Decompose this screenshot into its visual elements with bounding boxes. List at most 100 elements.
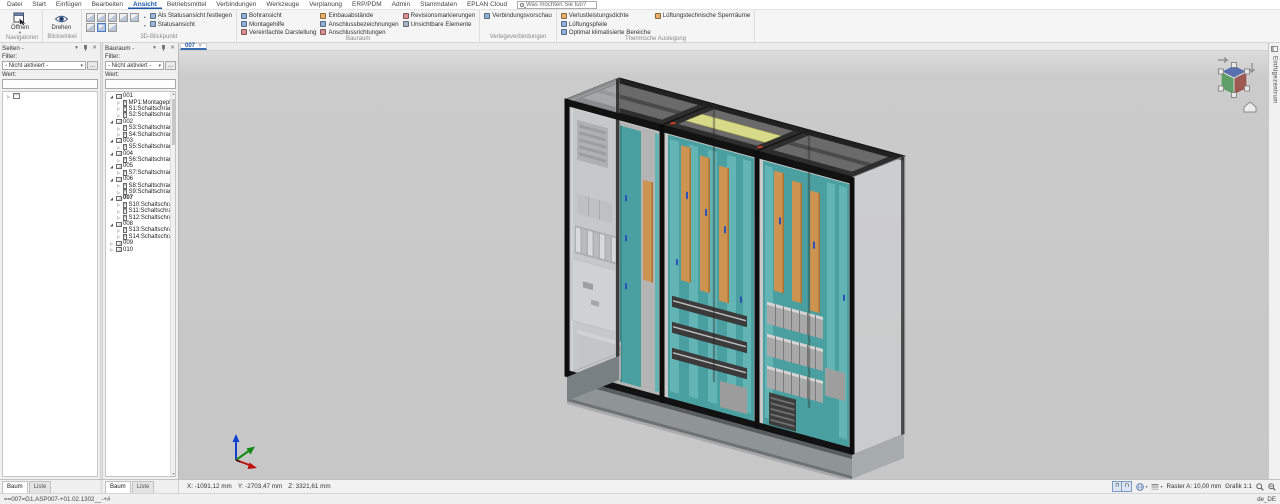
search-box[interactable] <box>517 1 597 9</box>
bauraum-tab-baum[interactable]: Baum <box>105 481 131 493</box>
menu-tab-datei[interactable]: Datei <box>2 0 27 9</box>
expand-icon[interactable]: ◢ <box>109 177 114 182</box>
navigation-cube[interactable] <box>1214 57 1258 115</box>
expand-icon[interactable]: ▷ <box>116 234 121 239</box>
tree-scrollbar[interactable]: ▲ ▼ <box>170 92 175 476</box>
expand-icon[interactable]: ◢ <box>109 94 114 99</box>
expand-icon[interactable]: ▷ <box>116 183 121 188</box>
chevron-down-icon[interactable]: ▾ <box>73 45 80 52</box>
als-statusansicht-festlegen-button[interactable]: Als Statusansicht festlegen <box>150 12 232 19</box>
anschlussrichtungen-button[interactable]: Anschlussrichtungen <box>320 29 398 36</box>
design-mode-icon[interactable]: ⊓ <box>1122 482 1131 491</box>
viewpoint-preset-icon[interactable] <box>108 13 117 22</box>
chevron-down-icon[interactable]: ▾ <box>151 45 158 52</box>
expand-icon[interactable]: ▷ <box>116 190 121 195</box>
seiten-filter-dropdown[interactable]: - Nicht aktiviert - ▾ <box>2 61 86 70</box>
tree-node-project[interactable]: ▷ <box>4 93 97 99</box>
pin-icon[interactable] <box>82 45 89 52</box>
panel-toggle-icon[interactable] <box>1271 46 1278 52</box>
tree-node-s3-schaltschrank[interactable]: ▷S3:Schaltschrank <box>107 125 175 131</box>
scrollbar-thumb[interactable] <box>172 99 175 145</box>
zoom-area-icon[interactable] <box>1256 483 1264 491</box>
tree-node-010[interactable]: ▷010 <box>107 246 175 252</box>
expand-icon[interactable]: ▷ <box>116 100 121 105</box>
bauraum-filter-dropdown[interactable]: - Nicht aktiviert - ▾ <box>105 61 164 70</box>
revisionsmarkierungen-button[interactable]: Revisionsmarkierungen <box>403 12 476 19</box>
seiten-tab-liste[interactable]: Liste <box>29 481 52 493</box>
ffnen-button[interactable]: Öffnen▾ <box>6 12 34 35</box>
expand-icon[interactable]: ▷ <box>109 247 114 252</box>
seiten-tree[interactable]: ▷ <box>2 91 98 477</box>
seiten-tab-baum[interactable]: Baum <box>2 481 28 493</box>
verlustleistungsdichte-button[interactable]: Verlustleistungsdichte <box>561 12 651 19</box>
viewpoint-preset-icon[interactable] <box>97 13 106 22</box>
menu-tab-admin[interactable]: Admin <box>387 0 415 9</box>
bauraum-tab-liste[interactable]: Liste <box>132 481 155 493</box>
expand-icon[interactable]: ▷ <box>109 241 114 246</box>
seiten-filter-more-button[interactable]: ... <box>87 61 98 70</box>
menu-tab-start[interactable]: Start <box>27 0 51 9</box>
expand-icon[interactable]: ▷ <box>116 209 121 214</box>
viewpoint-preset-icon[interactable] <box>86 13 95 22</box>
close-icon[interactable]: ✕ <box>91 45 98 52</box>
search-input[interactable] <box>526 2 594 8</box>
expand-icon[interactable]: ▷ <box>116 145 121 150</box>
viewpoint-preset-icon[interactable] <box>119 13 128 22</box>
expand-icon[interactable]: ▷ <box>116 106 121 111</box>
vereinfachte-darstellung-button[interactable]: Vereinfachte Darstellung <box>241 29 316 36</box>
menu-tab-stammdaten[interactable]: Stammdaten <box>415 0 462 9</box>
bohransicht-button[interactable]: Bohransicht <box>241 12 316 19</box>
tab-close-icon[interactable]: ✕ <box>198 43 202 49</box>
tree-node-s9-schaltschrank[interactable]: ▷S9:Schaltschrank <box>107 189 175 195</box>
menu-tab-bearbeiten[interactable]: Bearbeiten <box>87 0 128 9</box>
einbauabst-nde-button[interactable]: Einbauabstände <box>320 12 398 19</box>
expand-icon[interactable]: ▷ <box>116 113 121 118</box>
coordinate-system-dropdown[interactable]: ▾ <box>1136 483 1147 491</box>
viewpoint-preset-icon[interactable] <box>97 23 106 32</box>
expand-icon[interactable]: ◢ <box>109 164 114 169</box>
drehen-button[interactable]: Drehen <box>47 12 75 31</box>
viewpoint-preset-icon[interactable] <box>130 13 139 22</box>
tree-node-s7-schaltschrank[interactable]: ▷S7:Schaltschrank <box>107 170 175 176</box>
scroll-up-icon[interactable]: ▲ <box>171 92 176 96</box>
viewpoint-scrollbar[interactable]: ▴▾ <box>144 12 146 28</box>
expand-icon[interactable]: ◢ <box>109 151 114 156</box>
menu-tab-ansicht[interactable]: Ansicht <box>128 0 162 9</box>
tree-node-mp1-montageplatte[interactable]: ▷MP1:Montageplatte <box>107 99 175 105</box>
expand-icon[interactable]: ◢ <box>109 196 114 201</box>
tree-node-s4-schaltschrank[interactable]: ▷S4:Schaltschrank <box>107 131 175 137</box>
layers-dropdown[interactable]: ▾ <box>1151 483 1162 491</box>
expand-icon[interactable]: ▷ <box>6 94 11 99</box>
close-icon[interactable]: ✕ <box>169 45 176 52</box>
expand-icon[interactable]: ▷ <box>116 126 121 131</box>
expand-icon[interactable]: ◢ <box>109 138 114 143</box>
grafik-indicator[interactable]: Grafik 1:1 <box>1225 483 1252 490</box>
tree-node-s13-schaltschrank[interactable]: ▷S13:Schaltschrank <box>107 227 175 233</box>
tree-node-s5-schaltschrank[interactable]: ▷S5:Schaltschrank <box>107 144 175 150</box>
expand-icon[interactable]: ▷ <box>116 158 121 163</box>
menu-tab-einf-gen[interactable]: Einfügen <box>51 0 87 9</box>
menu-tab-eplan-cloud[interactable]: EPLAN Cloud <box>462 0 512 9</box>
tree-node-s14-schaltschrank[interactable]: ▷S14:Schaltschrank <box>107 234 175 240</box>
unsichtbare-elemente-button[interactable]: Unsichtbare Elemente <box>403 20 476 27</box>
tree-node-s1-schaltschrank[interactable]: ▷S1:Schaltschrank <box>107 106 175 112</box>
einfuegezentrum-tab[interactable]: Einfügezentrum <box>1272 56 1278 104</box>
l-ftungspfeile-button[interactable]: Lüftungspfeile <box>561 20 651 27</box>
3d-canvas[interactable] <box>179 51 1268 479</box>
expand-icon[interactable]: ◢ <box>109 119 114 124</box>
viewpoint-preset-icon[interactable] <box>86 23 95 32</box>
statusansicht-button[interactable]: Statusansicht <box>150 20 232 27</box>
bauraum-filter-more-button[interactable]: ... <box>165 61 176 70</box>
expand-icon[interactable]: ▷ <box>116 215 121 220</box>
verbindungsvorschau-button[interactable]: Verbindungsvorschau <box>484 12 552 19</box>
anschlussbezeichnungen-button[interactable]: Anschlussbezeichnungen <box>320 20 398 27</box>
object-snap-icon[interactable]: ⊓ <box>1113 482 1122 491</box>
scroll-down-icon[interactable]: ▼ <box>171 472 176 476</box>
l-ftungstechnische-sperrr-ume-button[interactable]: Lüftungstechnische Sperrräume <box>655 12 751 19</box>
tree-node-s12-schaltschrank[interactable]: ▷S12:Schaltschrank <box>107 214 175 220</box>
tree-node-s11-schaltschrank[interactable]: ▷S11:Schaltschrank <box>107 208 175 214</box>
menu-tab-verbindungen[interactable]: Verbindungen <box>211 0 261 9</box>
raster-indicator[interactable]: Raster A: 10,00 mm <box>1166 483 1221 490</box>
menu-tab-verplanung[interactable]: Verplanung <box>304 0 347 9</box>
tree-node-s10-schaltschrank[interactable]: ▷S10:Schaltschrank <box>107 202 175 208</box>
